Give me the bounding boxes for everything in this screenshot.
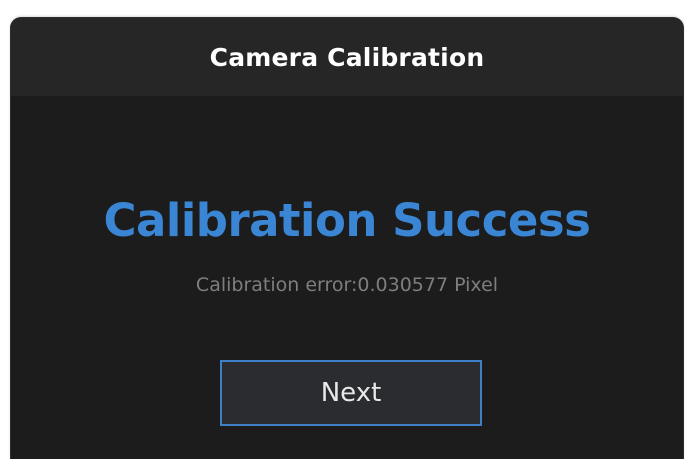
- dialog-titlebar: Camera Calibration: [11, 18, 683, 96]
- camera-calibration-dialog: Camera Calibration Calibration Success C…: [11, 18, 683, 459]
- dialog-title: Camera Calibration: [209, 42, 485, 72]
- calibration-error-text: Calibration error:0.030577 Pixel: [195, 274, 499, 296]
- calibration-success-heading: Calibration Success: [103, 194, 591, 247]
- next-button[interactable]: Next: [220, 360, 482, 426]
